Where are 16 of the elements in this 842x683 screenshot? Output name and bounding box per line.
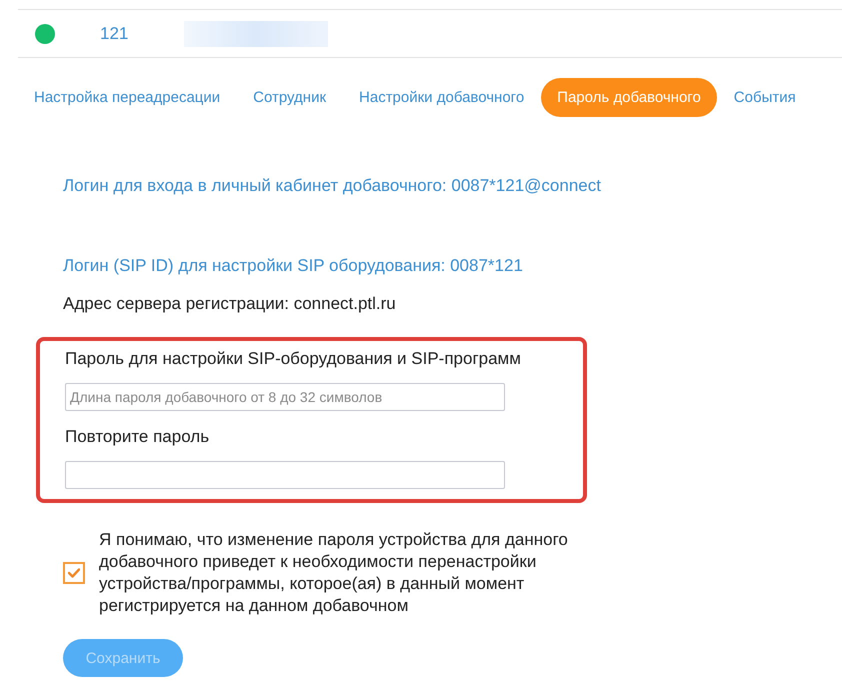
field-label: Пароль для настройки SIP-оборудования и SIP-программ: [65, 349, 522, 369]
tab[interactable]: Настройка переадресации: [18, 78, 236, 117]
server-address-text: Адрес сервера регистрации: connect.ptl.ru: [63, 294, 397, 314]
checkmark-icon: [68, 568, 80, 578]
consent-text: Я понимаю, что изменение пароля устройства для данного добавочного приведет к необходимости перенастройки устройства/программы, которое(ая) в данный момент регистрируется на данном добавочном: [99, 529, 569, 617]
checkbox[interactable]: [63, 562, 85, 584]
tab[interactable]: Пароль добавочного: [541, 78, 717, 117]
tab[interactable]: Настройки добавочного: [343, 78, 540, 117]
tab[interactable]: Сотрудник: [237, 78, 342, 117]
tab[interactable]: События: [718, 78, 812, 117]
extension-number: 121: [100, 24, 128, 44]
login-text: Логин (SIP ID) для настройки SIP оборудования: 0087*121: [63, 256, 524, 276]
password-field[interactable]: [65, 461, 505, 489]
login-text: Логин для входа в личный кабинет добавочного: 0087*121@connect: [63, 176, 602, 196]
password-field[interactable]: Длина пароля добавочного от 8 до 32 символов: [65, 383, 505, 411]
field-label: Повторите пароль: [65, 427, 210, 447]
